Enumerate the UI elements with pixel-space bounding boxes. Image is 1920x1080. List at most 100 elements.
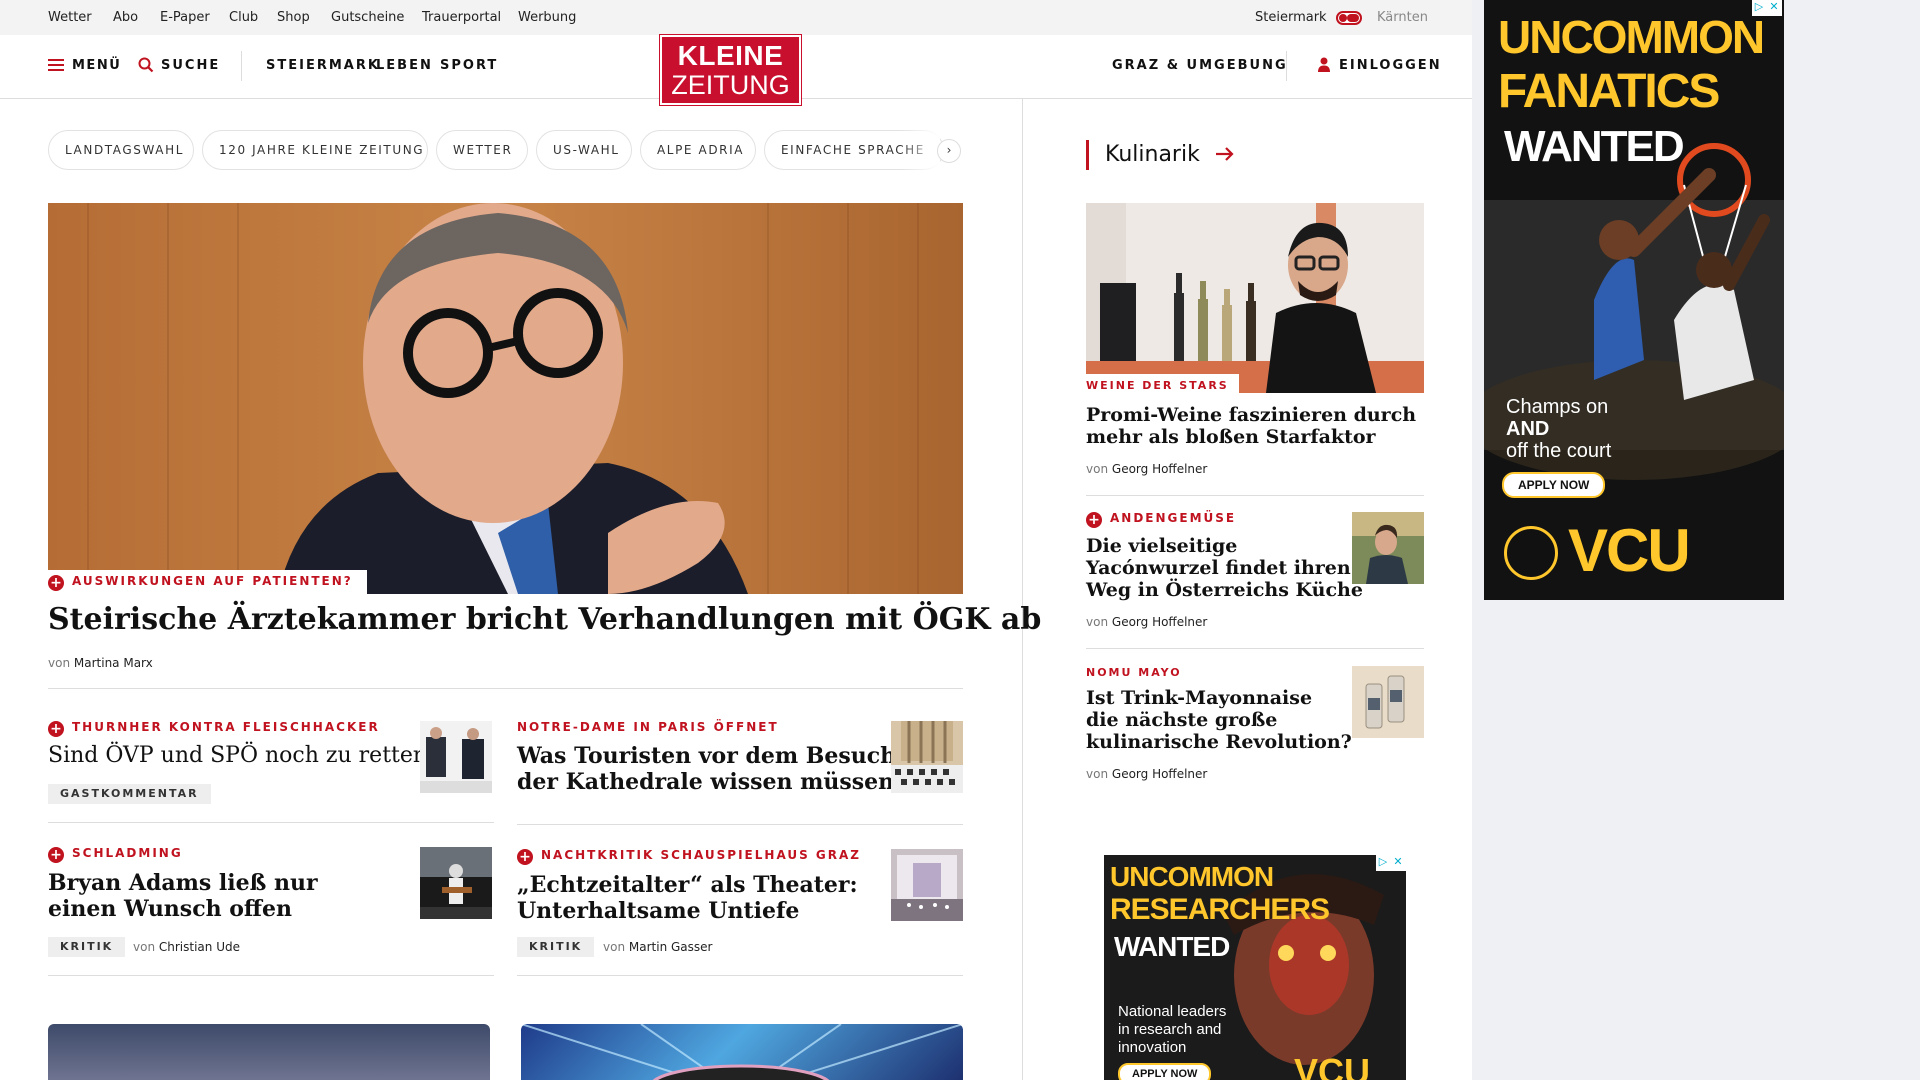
sidebar-lead-title-line1: Promi-Weine faszinieren durch: [1086, 404, 1417, 426]
byline-prefix: von: [603, 940, 626, 954]
menu-button[interactable]: MENÜ: [72, 58, 121, 73]
teaser-3-thumbnail[interactable]: [420, 847, 492, 919]
chip-landtagswahl[interactable]: LANDTAGSWAHL: [48, 130, 194, 170]
chip-us-wahl[interactable]: US-WAHL: [536, 130, 632, 170]
util-link-club[interactable]: Club: [229, 10, 258, 25]
plus-icon: +: [48, 721, 64, 737]
adchoices-icon[interactable]: ▷: [1752, 0, 1766, 14]
chip-alpe-adria[interactable]: ALPE ADRIA: [640, 130, 756, 170]
login-button[interactable]: EINLOGGEN: [1339, 58, 1442, 73]
vcu-seal-icon: [1504, 526, 1558, 580]
teaser-3-author[interactable]: Christian Ude: [159, 940, 240, 954]
ad-side-tag3: innovation: [1118, 1039, 1187, 1056]
nav-graz-umgebung[interactable]: GRAZ & UMGEBUNG: [1112, 58, 1288, 73]
nav-steiermark[interactable]: STEIERMARK: [266, 58, 380, 73]
sidebar-item-2-author[interactable]: Georg Hoffelner: [1112, 767, 1207, 781]
ad-top-line2: FANATICS: [1498, 65, 1720, 118]
util-link-abo[interactable]: Abo: [113, 10, 138, 25]
teaser-2-title-line1: Was Touristen vor dem Besuch: [517, 743, 897, 769]
logo-line1: KLEINE: [677, 40, 784, 71]
ad-side-line3: WANTED: [1114, 931, 1230, 962]
hero-image[interactable]: [48, 203, 963, 594]
util-link-shop[interactable]: Shop: [277, 10, 310, 25]
plus-icon: +: [48, 847, 64, 863]
chip-wetter[interactable]: WETTER: [436, 130, 528, 170]
teaser-1-kicker: + THURNHER KONTRA FLEISCHHACKER: [48, 720, 380, 737]
kleine-zeitung-logo[interactable]: KLEINE ZEITUNG: [659, 34, 802, 106]
teaser-1-title[interactable]: Sind ÖVP und SPÖ noch zu retten?: [48, 743, 439, 769]
bottom-teaser-image-2[interactable]: [521, 1024, 963, 1080]
teaser-4-thumbnail[interactable]: [891, 849, 963, 921]
sidebar-item-1-author[interactable]: Georg Hoffelner: [1112, 615, 1207, 629]
teaser-3-byline: von Christian Ude: [133, 940, 240, 954]
region-toggle[interactable]: [1336, 11, 1362, 25]
search-button[interactable]: SUCHE: [161, 58, 220, 73]
byline-prefix: von: [1086, 767, 1109, 781]
bottom-teaser-image-1[interactable]: [48, 1024, 490, 1080]
teaser-3-title[interactable]: Bryan Adams ließ nur einen Wunsch offen: [48, 870, 318, 922]
sidebar-lead-kicker: WEINE DER STARS: [1086, 374, 1239, 396]
user-icon[interactable]: [1318, 57, 1330, 72]
sidebar-lead-byline: von Georg Hoffelner: [1086, 462, 1207, 476]
util-link-werbung[interactable]: Werbung: [518, 10, 576, 25]
adchoices-icon[interactable]: ▷: [1376, 855, 1390, 869]
teaser-2-title[interactable]: Was Touristen vor dem Besuch der Kathedra…: [517, 743, 896, 795]
teaser-4-author[interactable]: Martin Gasser: [629, 940, 713, 954]
hero-photo-illustration: [48, 203, 963, 594]
sidebar-lead-title[interactable]: Promi-Weine faszinieren durch mehr als bl…: [1086, 404, 1416, 448]
divider: [48, 822, 494, 823]
region-kaernten[interactable]: Kärnten: [1377, 10, 1428, 25]
ad-close-icon[interactable]: ✕: [1391, 855, 1405, 869]
util-link-epaper[interactable]: E-Paper: [160, 10, 210, 25]
util-link-gutscheine[interactable]: Gutscheine: [331, 10, 404, 25]
sidebar-item-2-thumbnail[interactable]: [1352, 666, 1424, 738]
teaser-1-thumbnail[interactable]: [420, 721, 492, 793]
hero-headline[interactable]: Steirische Ärztekammer bricht Verhandlun…: [48, 602, 1041, 637]
sidebar-section-header[interactable]: Kulinarik: [1086, 140, 1235, 170]
chips-fade: [900, 130, 940, 170]
ad-side-line2: RESEARCHERS: [1110, 893, 1330, 926]
divider: [48, 688, 963, 689]
sidebar-lead-author[interactable]: Georg Hoffelner: [1112, 462, 1207, 476]
util-link-trauerportal[interactable]: Trauerportal: [422, 10, 501, 25]
sidebar-item-1-title[interactable]: Die vielseitige Yacónwurzel findet ihren W…: [1086, 535, 1363, 601]
teaser-3-tag: KRITIK: [48, 937, 126, 957]
sidebar-item-2-title[interactable]: Ist Trink-Mayonnaise die nächste große kul…: [1086, 687, 1352, 753]
ad-side-tag1: National leaders: [1118, 1003, 1227, 1020]
divider: [517, 824, 963, 825]
sidebar-item-1-kicker: + ANDENGEMÜSE: [1086, 511, 1236, 528]
util-link-wetter[interactable]: Wetter: [48, 10, 92, 25]
search-icon[interactable]: [138, 57, 154, 73]
ad-badge[interactable]: ▷ ✕: [1752, 0, 1782, 16]
chip-120-jahre[interactable]: 120 JAHRE KLEINE ZEITUNG: [202, 130, 428, 170]
teaser-2-kicker: NOTRE-DAME IN PARIS ÖFFNET: [517, 720, 779, 734]
region-steiermark[interactable]: Steiermark: [1255, 10, 1327, 25]
teaser-2-thumbnail[interactable]: [891, 721, 963, 793]
ad-top-line3: WANTED: [1504, 122, 1685, 171]
ad-top-brand: VCU: [1568, 517, 1691, 584]
sidebar-lead-image[interactable]: [1086, 203, 1424, 393]
chips-next-arrow-icon[interactable]: ›: [937, 139, 961, 163]
ad-badge[interactable]: ▷ ✕: [1376, 855, 1406, 871]
ad-top-cta-button[interactable]: APPLY NOW: [1502, 472, 1606, 498]
teaser-4-title-line1: „Echtzeitalter“ als Theater:: [517, 872, 858, 898]
byline-prefix: von: [48, 656, 71, 670]
divider: [1086, 648, 1424, 649]
ad-close-icon[interactable]: ✕: [1767, 0, 1781, 14]
byline-prefix: von: [1086, 462, 1109, 476]
teaser-3-kicker: + SCHLADMING: [48, 846, 183, 863]
nav-leben[interactable]: LEBEN: [376, 58, 433, 73]
teaser-4-title[interactable]: „Echtzeitalter“ als Theater: Unterhaltsam…: [517, 872, 858, 924]
teaser-4-byline: von Martin Gasser: [603, 940, 712, 954]
ad-side-cta-button[interactable]: APPLY NOW: [1118, 1063, 1212, 1080]
teaser-1-tag: GASTKOMMENTAR: [48, 784, 211, 804]
sidebar-item-2-title-line1: Ist Trink-Mayonnaise: [1086, 687, 1313, 709]
sidebar-advertisement[interactable]: UNCOMMON RESEARCHERS WANTED National lea…: [1104, 855, 1406, 1080]
nav-sport[interactable]: SPORT: [440, 58, 498, 73]
sidebar-item-1-title-line1: Die vielseitige: [1086, 535, 1238, 557]
sidebar-item-1-thumbnail[interactable]: [1352, 512, 1424, 584]
teaser-3-kicker-text: SCHLADMING: [72, 846, 183, 860]
menu-icon[interactable]: [48, 59, 64, 71]
hero-author[interactable]: Martina Marx: [74, 656, 153, 670]
skyscraper-advertisement[interactable]: UNCOMMON FANATICS WANTED Champs on AND o…: [1484, 0, 1784, 600]
